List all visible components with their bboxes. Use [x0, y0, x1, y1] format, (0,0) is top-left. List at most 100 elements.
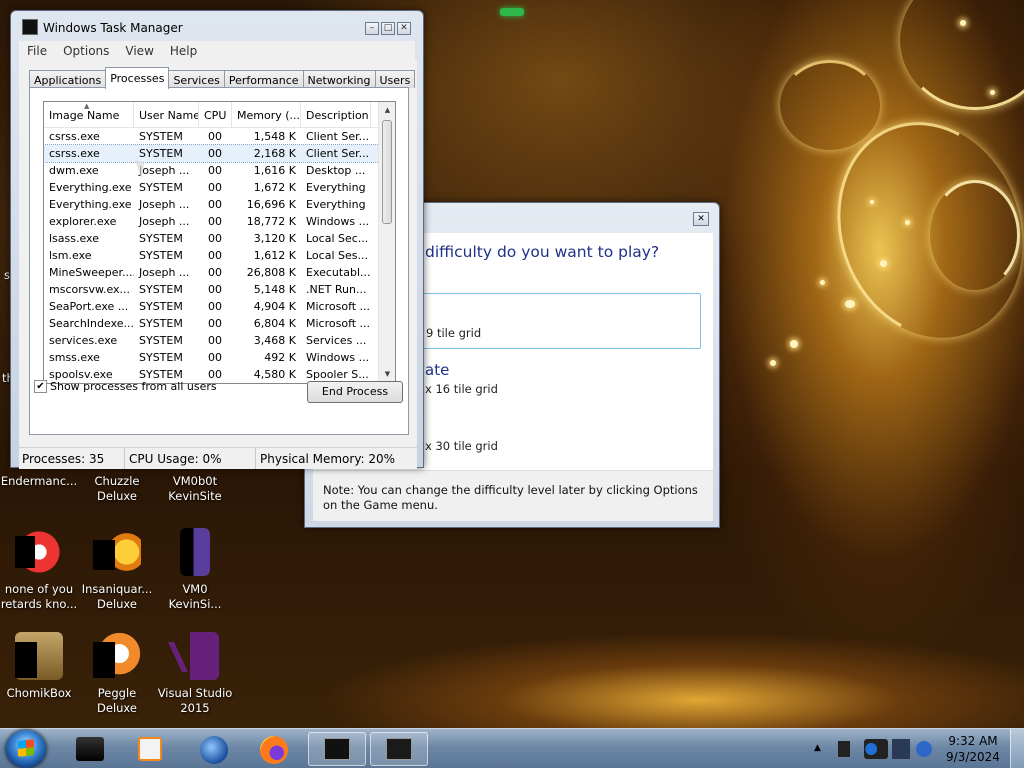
- process-description: Windows ...: [306, 215, 370, 228]
- table-row[interactable]: explorer.exe Joseph ... 00 18,772 K Windows …: [44, 213, 395, 230]
- menu-help[interactable]: Help: [162, 41, 205, 61]
- table-row[interactable]: smss.exe SYSTEM 00 492 K Windows ...: [44, 349, 395, 366]
- process-cpu: 00: [208, 215, 222, 228]
- taskbar-task-manager[interactable]: [308, 732, 366, 766]
- sync-icon[interactable]: [916, 741, 932, 757]
- process-user-name: SYSTEM: [139, 249, 183, 262]
- column-headers: ▲ Image Name User Name CPU Memory (... De…: [44, 102, 395, 128]
- process-description: Client Ser...: [306, 147, 370, 160]
- column-user-name[interactable]: User Name: [134, 102, 199, 127]
- process-memory: 1,672 K: [253, 181, 296, 194]
- processes-panel: ▲ Image Name User Name CPU Memory (... De…: [29, 87, 409, 435]
- process-user-name: Joseph ...: [139, 198, 190, 211]
- difficulty-question: difficulty do you want to play?: [425, 243, 660, 261]
- desktop-icon-vm0[interactable]: VM0 KevinSi...: [156, 528, 234, 612]
- taskbar-terminal[interactable]: [62, 732, 118, 766]
- close-icon: ✕: [400, 23, 408, 33]
- process-memory: 492 K: [264, 351, 296, 364]
- difficulty-option-advanced[interactable]: x 30 tile grid: [415, 417, 701, 461]
- tab-networking[interactable]: Networking: [302, 70, 376, 88]
- desktop-icon-insaniquarium[interactable]: Insaniquar... Deluxe: [78, 528, 156, 612]
- taskbar-firefox[interactable]: [246, 732, 302, 766]
- taskbar-browser[interactable]: [186, 732, 242, 766]
- table-row[interactable]: dwm.exe Joseph ... 00 1,616 K Desktop ...: [44, 162, 395, 179]
- peggle-icon: [93, 632, 141, 680]
- start-button[interactable]: [6, 730, 46, 768]
- show-all-processes-checkbox[interactable]: ✔ Show processes from all users: [34, 380, 217, 393]
- process-description: .NET Run...: [306, 283, 367, 296]
- process-image-name: lsm.exe: [49, 249, 92, 262]
- column-description[interactable]: Description: [301, 102, 371, 127]
- window-title: Windows Task Manager: [43, 21, 183, 35]
- tab-services[interactable]: Services: [168, 70, 225, 88]
- option-description: x 16 tile grid: [425, 382, 498, 396]
- vertical-scrollbar[interactable]: ▲ ▼: [378, 102, 395, 383]
- minimize-icon: –: [369, 23, 375, 33]
- tab-performance[interactable]: Performance: [223, 70, 304, 88]
- menu-file[interactable]: File: [19, 41, 55, 61]
- tab-users[interactable]: Users: [374, 70, 416, 88]
- table-row[interactable]: SearchIndexe... SYSTEM 00 6,804 K Microsoft …: [44, 315, 395, 332]
- process-description: Services ...: [306, 334, 367, 347]
- table-row[interactable]: mscorsvw.ex... SYSTEM 00 5,148 K .NET Run...: [44, 281, 395, 298]
- table-row[interactable]: Everything.exe Joseph ... 00 16,696 K Everyt…: [44, 196, 395, 213]
- desktop-icon-endermanch[interactable]: Endermanc...: [0, 474, 78, 489]
- column-image-name[interactable]: ▲ Image Name: [44, 102, 134, 127]
- monitor-tray-icon[interactable]: [864, 739, 888, 759]
- table-row[interactable]: SeaPort.exe ... SYSTEM 00 4,904 K Microsoft …: [44, 298, 395, 315]
- desktop-icon-shortcut[interactable]: none of you retards kno...: [0, 528, 78, 612]
- menu-view[interactable]: View: [117, 41, 161, 61]
- minimize-button[interactable]: –: [365, 22, 379, 35]
- desktop-icon-chomikbox[interactable]: ChomikBox: [0, 632, 78, 701]
- table-row[interactable]: MineSweeper.... Joseph ... 00 26,808 K Execu…: [44, 264, 395, 281]
- scroll-thumb[interactable]: [382, 120, 392, 224]
- desktop-icon-chuzzle[interactable]: Chuzzle Deluxe: [78, 474, 156, 504]
- process-memory: 16,696 K: [246, 198, 296, 211]
- system-clock[interactable]: 9:32 AM 9/3/2024: [944, 733, 1002, 765]
- task-manager-icon: [324, 738, 350, 760]
- table-row[interactable]: csrss.exe SYSTEM 00 1,548 K Client Ser...: [44, 128, 395, 145]
- close-button[interactable]: ✕: [397, 22, 411, 35]
- process-user-name: SYSTEM: [139, 283, 183, 296]
- maximize-button[interactable]: □: [381, 22, 395, 35]
- process-memory: 6,804 K: [253, 317, 296, 330]
- show-hidden-icons-icon[interactable]: ▲: [814, 743, 821, 753]
- tab-applications[interactable]: Applications: [29, 70, 107, 88]
- process-list[interactable]: ▲ Image Name User Name CPU Memory (... De…: [43, 101, 396, 384]
- desktop-icon-label: Chuzzle Deluxe: [94, 474, 140, 503]
- wallpaper-swirl: [930, 180, 1020, 290]
- taskbar-minesweeper[interactable]: [370, 732, 428, 766]
- scroll-up-icon[interactable]: ▲: [379, 102, 395, 119]
- table-row[interactable]: csrss.exe SYSTEM 00 2,168 K Client Ser...: [44, 144, 395, 163]
- process-image-name: Everything.exe: [49, 181, 132, 194]
- process-cpu: 00: [208, 249, 222, 262]
- table-row[interactable]: services.exe SYSTEM 00 3,468 K Services ...: [44, 332, 395, 349]
- end-process-button[interactable]: End Process: [307, 381, 403, 403]
- desktop-icon-label: Peggle Deluxe: [97, 686, 137, 715]
- process-cpu: 00: [208, 317, 222, 330]
- process-image-name: lsass.exe: [49, 232, 99, 245]
- tab-processes[interactable]: Processes: [105, 67, 170, 89]
- speaker-icon[interactable]: [892, 739, 910, 759]
- menu-options[interactable]: Options: [55, 41, 117, 61]
- desktop-icon-visual-studio[interactable]: Visual Studio 2015: [156, 632, 234, 716]
- process-description: Windows ...: [306, 351, 370, 364]
- difficulty-option-intermediate[interactable]: ate x 16 tile grid: [415, 359, 701, 403]
- network-icon[interactable]: [838, 741, 850, 757]
- close-button[interactable]: ✕: [693, 212, 709, 226]
- table-row[interactable]: lsass.exe SYSTEM 00 3,120 K Local Sec...: [44, 230, 395, 247]
- desktop-icon-peggle[interactable]: Peggle Deluxe: [78, 632, 156, 716]
- taskbar-media-player[interactable]: [122, 732, 178, 766]
- difficulty-option-beginner[interactable]: 9 tile grid: [415, 293, 701, 349]
- desktop-icon-vm0b0t[interactable]: VM0b0t KevinSite: [156, 474, 234, 504]
- title-bar[interactable]: Windows Task Manager – □ ✕: [11, 11, 423, 41]
- process-image-name: explorer.exe: [49, 215, 117, 228]
- vm-file-icon: [180, 528, 210, 576]
- column-cpu[interactable]: CPU: [199, 102, 232, 127]
- table-row[interactable]: Everything.exe SYSTEM 00 1,672 K Everything: [44, 179, 395, 196]
- column-memory[interactable]: Memory (...: [232, 102, 301, 127]
- show-desktop-button[interactable]: [1010, 729, 1024, 768]
- process-cpu: 00: [208, 283, 222, 296]
- task-manager-window: Windows Task Manager – □ ✕ File Options …: [10, 10, 424, 469]
- table-row[interactable]: lsm.exe SYSTEM 00 1,612 K Local Ses...: [44, 247, 395, 264]
